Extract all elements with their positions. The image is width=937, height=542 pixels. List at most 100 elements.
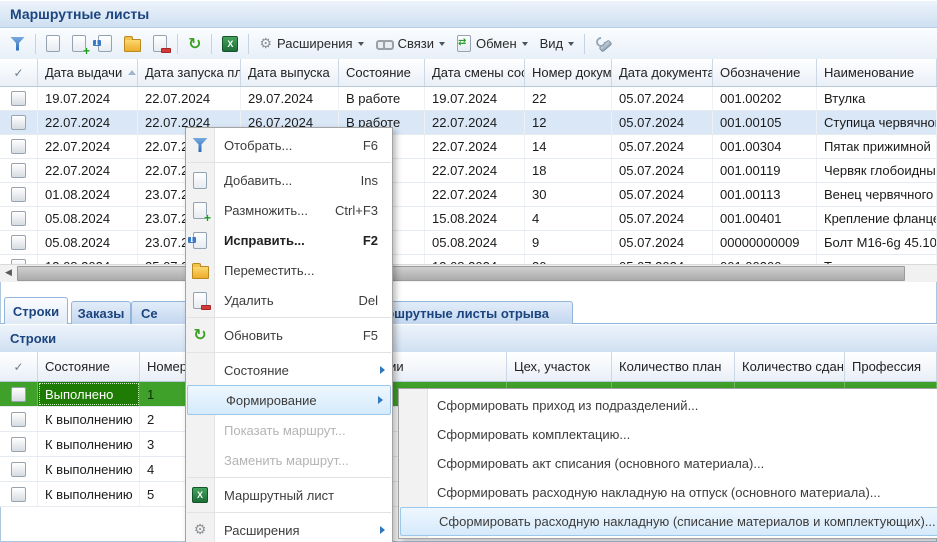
submenu-item[interactable]: Сформировать расходную накладную на отпу… xyxy=(399,478,937,507)
grid-cell[interactable]: 19.07.2024 xyxy=(425,87,525,110)
grid-cell[interactable]: 4 xyxy=(525,207,612,230)
context-menu-item[interactable]: Отобрать...F6 xyxy=(186,130,392,160)
grid-cell[interactable]: 30 xyxy=(525,255,612,264)
grid-cell[interactable]: К выполнению xyxy=(38,432,140,456)
grid-cell[interactable]: 001.00105 xyxy=(713,111,817,134)
grid-cell[interactable]: 05.07.2024 xyxy=(612,231,713,254)
add-button[interactable] xyxy=(41,32,65,55)
table-row[interactable]: 19.07.202422.07.202429.07.2024В работе19… xyxy=(0,87,937,111)
header-cell[interactable]: Дата документа xyxy=(612,59,713,86)
header-cell[interactable]: Количество сдано xyxy=(735,352,845,381)
grid-cell[interactable]: 22.07.2024 xyxy=(425,111,525,134)
context-menu-item[interactable]: Переместить... xyxy=(186,255,392,285)
grid-cell[interactable]: 22.07.2024 xyxy=(425,135,525,158)
table-row[interactable]: 05.08.202423.07.202405.08.2024905.07.202… xyxy=(0,231,937,255)
checkbox-cell[interactable] xyxy=(0,183,38,206)
grid-cell[interactable]: 18 xyxy=(525,159,612,182)
horizontal-scrollbar[interactable]: ◀ xyxy=(0,264,937,282)
excel-export-button[interactable]: X xyxy=(217,33,243,55)
grid-cell[interactable]: 22.07.2024 xyxy=(38,159,138,182)
delete-button[interactable] xyxy=(148,32,172,55)
checkbox[interactable] xyxy=(11,235,26,250)
grid-cell[interactable]: Червяк глобоидный xyxy=(817,159,937,182)
header-cell[interactable]: Наименование xyxy=(817,59,937,86)
view-menu-button[interactable]: Вид xyxy=(535,33,580,54)
grid-cell[interactable]: 22.07.2024 xyxy=(425,159,525,182)
checkbox-cell[interactable] xyxy=(0,255,38,264)
grid-cell[interactable]: Крепление фланцев xyxy=(817,207,937,230)
grid-cell[interactable]: К выполнению xyxy=(38,407,140,431)
grid-cell[interactable]: 14 xyxy=(525,135,612,158)
checkbox[interactable] xyxy=(11,487,26,502)
table-row[interactable]: 05.08.202423.07.202415.08.2024405.07.202… xyxy=(0,207,937,231)
grid-cell[interactable]: 12 xyxy=(525,111,612,134)
duplicate-button[interactable] xyxy=(67,32,91,55)
context-menu-item[interactable]: Формирование xyxy=(187,385,391,415)
context-menu-item[interactable]: УдалитьDel xyxy=(186,285,392,315)
checkbox-cell[interactable] xyxy=(0,87,38,110)
submenu-item[interactable]: Сформировать комплектацию... xyxy=(399,420,937,449)
tab-stroki[interactable]: Строки xyxy=(4,297,68,324)
grid-cell[interactable]: 01.08.2024 xyxy=(38,183,138,206)
grid-cell[interactable]: 001.00304 xyxy=(713,135,817,158)
header-cell[interactable]: ✓ xyxy=(0,59,38,86)
grid-cell[interactable]: 05.07.2024 xyxy=(612,255,713,264)
exchange-menu-button[interactable]: Обмен xyxy=(452,32,533,55)
header-cell[interactable]: Номер докум xyxy=(525,59,612,86)
grid-cell[interactable]: 05.08.2024 xyxy=(38,231,138,254)
grid-cell[interactable]: 22.07.2024 xyxy=(38,135,138,158)
grid-cell[interactable]: 05.08.2024 xyxy=(425,231,525,254)
settings-wrench-button[interactable] xyxy=(590,33,616,55)
header-cell[interactable]: Профессия xyxy=(845,352,937,381)
table-row[interactable]: 22.07.202422.07.202426.07.2024В работе22… xyxy=(0,111,937,135)
checkbox[interactable] xyxy=(11,437,26,452)
grid-cell[interactable]: Втулка xyxy=(817,87,937,110)
checkbox-cell[interactable] xyxy=(0,207,38,230)
checkbox[interactable] xyxy=(11,91,26,106)
checkbox[interactable] xyxy=(11,115,26,130)
move-button[interactable] xyxy=(119,32,146,55)
checkbox-cell[interactable] xyxy=(0,159,38,182)
checkbox[interactable] xyxy=(11,462,26,477)
checkbox[interactable] xyxy=(11,211,26,226)
header-cell[interactable]: Состояние xyxy=(339,59,425,86)
context-menu-item[interactable]: Добавить...Ins xyxy=(186,165,392,195)
filter-button[interactable] xyxy=(5,34,30,54)
grid-cell[interactable]: 001.00202 xyxy=(713,87,817,110)
table-row[interactable]: 22.07.202422.07.202422.07.20241405.07.20… xyxy=(0,135,937,159)
table-row[interactable]: 22.07.202422.07.202422.07.20241805.07.20… xyxy=(0,159,937,183)
grid-cell[interactable]: 22.07.2024 xyxy=(138,87,241,110)
grid-cell[interactable]: 001.00401 xyxy=(713,207,817,230)
context-menu-item[interactable]: Размножить...Ctrl+F3 xyxy=(186,195,392,225)
refresh-button[interactable]: ↻ xyxy=(183,33,206,55)
scroll-left-arrow-icon[interactable]: ◀ xyxy=(0,265,17,282)
grid-cell[interactable]: 13.08.2024 xyxy=(38,255,138,264)
submenu-item[interactable]: Сформировать расходную накладную (списан… xyxy=(400,507,937,536)
checkbox-cell[interactable] xyxy=(0,111,38,134)
header-cell[interactable]: Состояние xyxy=(38,352,140,381)
header-cell[interactable]: Дата выдачи xyxy=(38,59,138,86)
grid-cell[interactable]: 9 xyxy=(525,231,612,254)
checkbox-cell[interactable] xyxy=(0,382,38,406)
context-menu-item[interactable]: Исправить...F2 xyxy=(186,225,392,255)
grid-cell[interactable]: Болт М16-6g 45.109 xyxy=(817,231,937,254)
checkbox-cell[interactable] xyxy=(0,457,38,481)
header-cell[interactable]: Обозначение xyxy=(713,59,817,86)
context-menu-item[interactable]: ⚙Расширения xyxy=(186,515,392,542)
grid-cell[interactable]: Венец червячного к xyxy=(817,183,937,206)
grid-cell[interactable]: 13.08.2024 xyxy=(425,255,525,264)
checkbox-cell[interactable] xyxy=(0,135,38,158)
checkbox-cell[interactable] xyxy=(0,231,38,254)
header-cell[interactable]: Дата запуска пл xyxy=(138,59,241,86)
checkbox[interactable] xyxy=(11,139,26,154)
header-cell[interactable]: Количество план xyxy=(612,352,735,381)
checkbox-cell[interactable] xyxy=(0,407,38,431)
grid-cell[interactable]: 22 xyxy=(525,87,612,110)
context-menu-item[interactable]: XМаршрутный лист xyxy=(186,480,392,510)
grid-cell[interactable]: 15.08.2024 xyxy=(425,207,525,230)
grid-cell[interactable]: 001.00300 xyxy=(713,255,817,264)
grid-cell[interactable]: 05.07.2024 xyxy=(612,111,713,134)
edit-button[interactable] xyxy=(93,32,117,55)
extensions-menu-button[interactable]: ⚙ Расширения xyxy=(254,33,368,54)
grid-cell[interactable]: 00000000009 xyxy=(713,231,817,254)
